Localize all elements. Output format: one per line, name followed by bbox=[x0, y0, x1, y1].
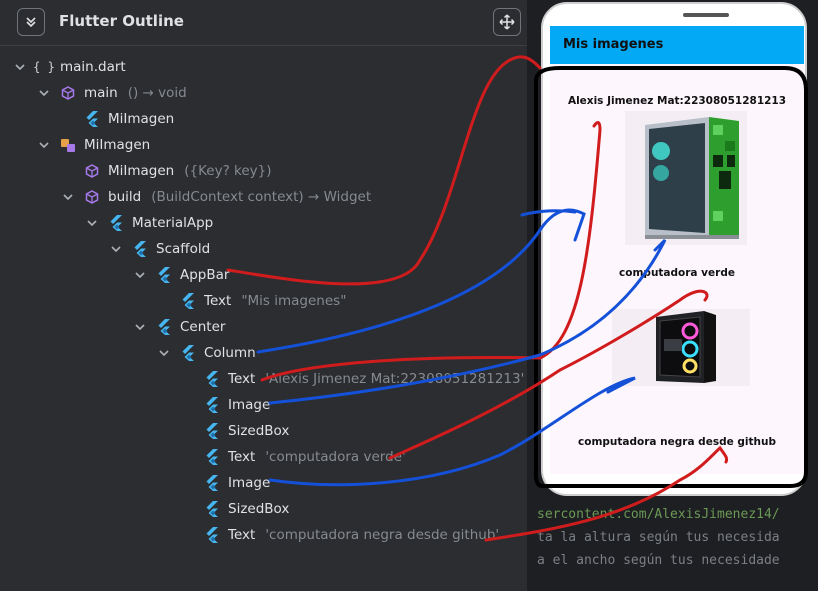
red-arrow-author bbox=[260, 355, 542, 382]
red-arrow-author-head bbox=[538, 121, 602, 360]
blue-arrow-blank bbox=[520, 209, 577, 217]
annotation-overlay bbox=[226, 55, 808, 542]
blue-arrow-image2 bbox=[268, 376, 636, 487]
red-arrow-caption-green bbox=[388, 289, 709, 460]
highlight-border bbox=[533, 66, 808, 488]
blue-arrow-image1 bbox=[268, 238, 667, 405]
red-arrow-caption-black bbox=[484, 445, 729, 542]
red-arrow-appbar bbox=[226, 55, 542, 286]
